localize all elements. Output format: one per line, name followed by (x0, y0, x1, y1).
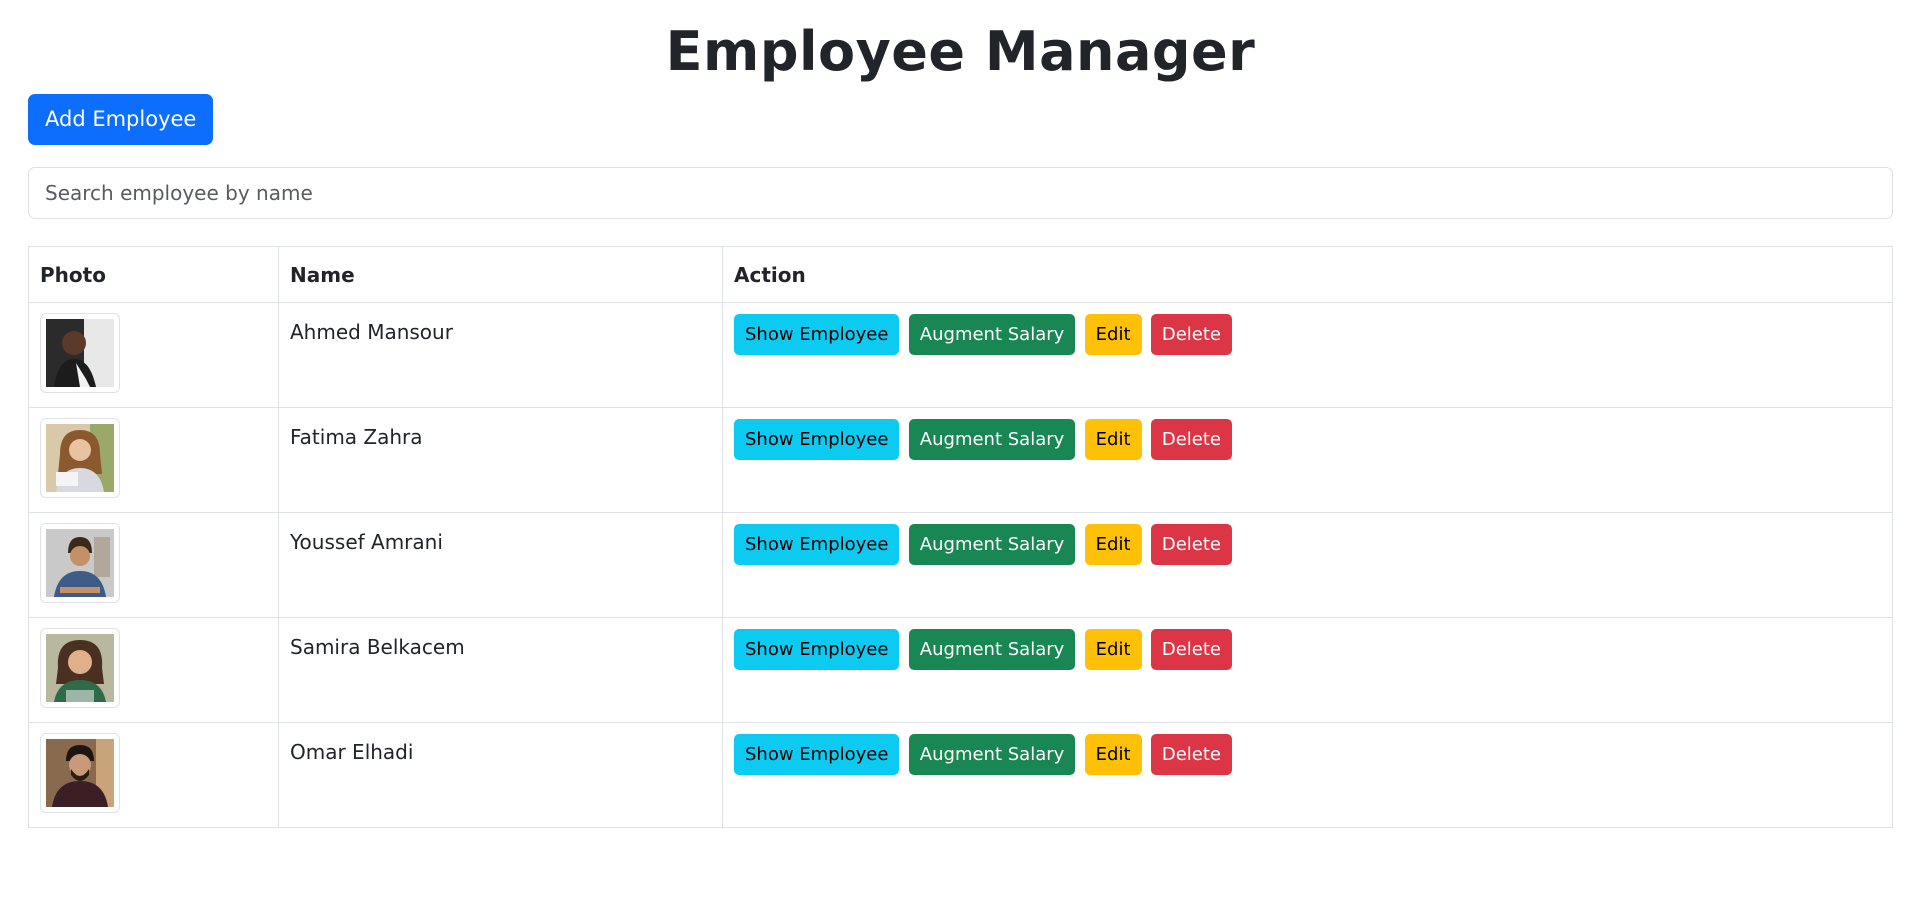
column-header-name: Name (278, 246, 723, 303)
delete-button[interactable]: Delete (1150, 734, 1233, 775)
edit-button[interactable]: Edit (1084, 419, 1142, 460)
augment-salary-button[interactable]: Augment Salary (908, 419, 1076, 460)
augment-salary-button[interactable]: Augment Salary (908, 734, 1076, 775)
delete-button[interactable]: Delete (1150, 314, 1233, 355)
show-employee-button[interactable]: Show Employee (734, 419, 900, 460)
show-employee-button[interactable]: Show Employee (734, 524, 900, 565)
delete-button[interactable]: Delete (1150, 629, 1233, 670)
delete-button[interactable]: Delete (1150, 524, 1233, 565)
app-container: Employee Manager Add Employee Photo Name… (28, 0, 1893, 828)
employee-name: Samira Belkacem (278, 617, 723, 723)
table-row: Fatima Zahra Show Employee Augment Salar… (28, 407, 1893, 513)
table-row: Omar Elhadi Show Employee Augment Salary… (28, 722, 1893, 828)
augment-salary-button[interactable]: Augment Salary (908, 629, 1076, 670)
employee-name: Youssef Amrani (278, 512, 723, 618)
employee-photo (40, 313, 120, 393)
employee-name: Ahmed Mansour (278, 302, 723, 408)
edit-button[interactable]: Edit (1084, 629, 1142, 670)
edit-button[interactable]: Edit (1084, 314, 1142, 355)
employee-photo (40, 733, 120, 813)
page-title: Employee Manager (665, 20, 1256, 83)
employee-photo (40, 628, 120, 708)
employee-photo (40, 523, 120, 603)
table-row: Samira Belkacem Show Employee Augment Sa… (28, 617, 1893, 723)
table-row: Youssef Amrani Show Employee Augment Sal… (28, 512, 1893, 618)
show-employee-button[interactable]: Show Employee (734, 629, 900, 670)
employee-photo (40, 418, 120, 498)
show-employee-button[interactable]: Show Employee (734, 314, 900, 355)
employee-name: Omar Elhadi (278, 722, 723, 828)
add-employee-button[interactable]: Add Employee (28, 94, 214, 145)
show-employee-button[interactable]: Show Employee (734, 734, 900, 775)
table-header-row: Photo Name Action (28, 246, 1893, 303)
employee-name: Fatima Zahra (278, 407, 723, 513)
employee-table: Photo Name Action Ahmed Mansour Show Emp… (28, 246, 1893, 828)
column-header-action: Action (722, 246, 1893, 303)
table-row: Ahmed Mansour Show Employee Augment Sala… (28, 302, 1893, 408)
delete-button[interactable]: Delete (1150, 419, 1233, 460)
search-input[interactable] (28, 167, 1893, 219)
column-header-photo: Photo (28, 246, 279, 303)
augment-salary-button[interactable]: Augment Salary (908, 314, 1076, 355)
augment-salary-button[interactable]: Augment Salary (908, 524, 1076, 565)
edit-button[interactable]: Edit (1084, 734, 1142, 775)
edit-button[interactable]: Edit (1084, 524, 1142, 565)
